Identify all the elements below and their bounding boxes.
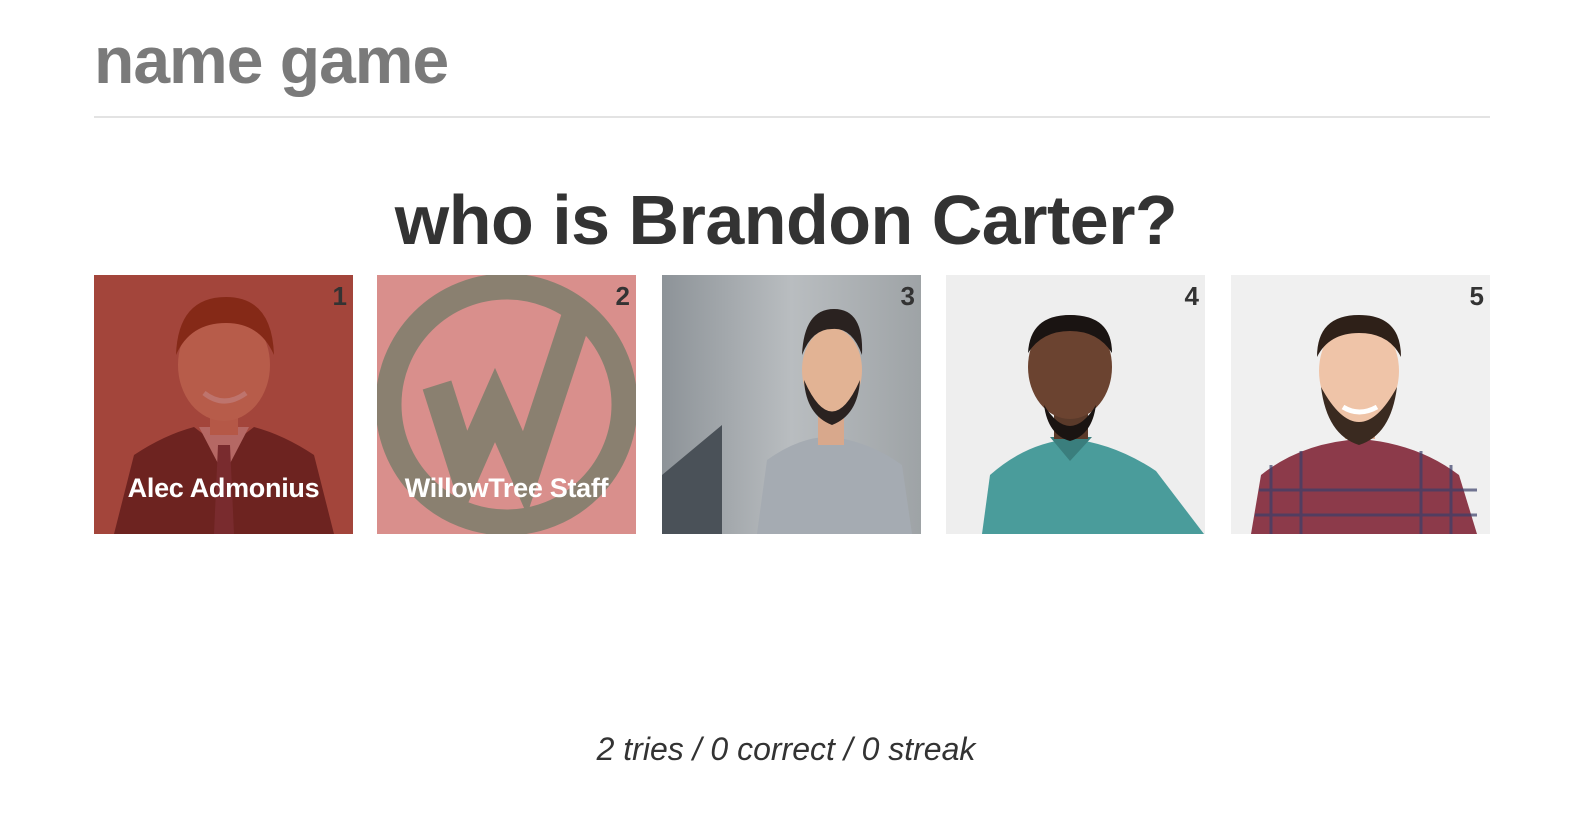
tile-number: 5 [1469,281,1484,311]
headshot-tile-3[interactable]: 3 [662,275,921,534]
headshot-tile-4[interactable]: 4 [946,275,1205,534]
tile-number: 4 [1184,281,1199,311]
question-heading: who is Brandon Carter? [394,181,1178,259]
score-stats: 2 tries / 0 correct / 0 streak [596,731,976,767]
headshot-photo-4 [946,275,1205,534]
tile-name-label: Alec Admonius [127,473,320,503]
tile-number: 3 [900,281,915,311]
headshot-tile-5[interactable]: 5 [1231,275,1490,534]
tile-number: 2 [615,281,630,311]
tile-number: 1 [332,281,347,311]
headshot-photo-5 [1231,275,1490,534]
headshot-tile-2[interactable]: 2 WillowTree Staff [377,275,636,534]
headshot-tile-1[interactable]: 1 Alec Admonius [94,275,353,534]
headshot-photo-3 [662,275,921,534]
app-title: name game [94,23,449,97]
title-divider [94,116,1490,118]
tile-name-label: WillowTree Staff [404,473,609,503]
